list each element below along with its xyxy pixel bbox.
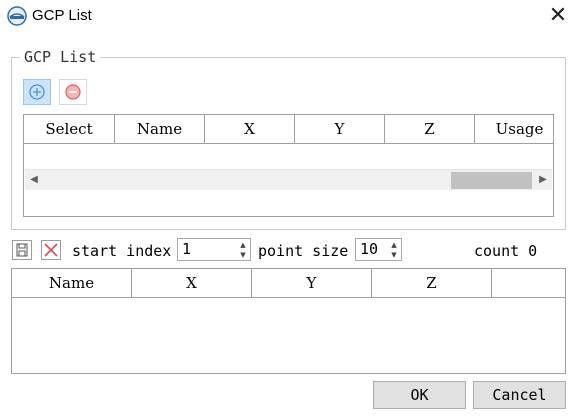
start-index-spinbox[interactable]: 1 ▲ ▼ [177, 238, 251, 261]
point-size-value[interactable]: 10 [360, 239, 378, 260]
column-header-name[interactable]: Name [12, 269, 132, 298]
add-icon [29, 84, 45, 100]
point-size-label: point size [258, 242, 349, 260]
spin-up-icon[interactable]: ▲ [237, 240, 249, 250]
spin-down-icon[interactable]: ▼ [237, 250, 249, 260]
points-table: Name X Y Z [11, 268, 566, 374]
save-icon [16, 243, 28, 257]
spin-up-icon[interactable]: ▲ [388, 240, 400, 250]
column-header-name[interactable]: Name [115, 115, 205, 143]
close-icon[interactable]: ✕ [545, 3, 571, 29]
cancel-button[interactable]: Cancel [473, 381, 566, 409]
start-index-value[interactable]: 1 [182, 239, 191, 260]
column-header-x[interactable]: X [132, 269, 252, 298]
scrollbar-thumb[interactable] [451, 172, 532, 189]
column-header-y[interactable]: Y [295, 115, 385, 143]
count-label: count 0 [474, 242, 538, 260]
column-header-select[interactable]: Select [24, 115, 115, 143]
spin-down-icon[interactable]: ▼ [388, 250, 400, 260]
delete-icon [44, 243, 58, 257]
column-header-y[interactable]: Y [252, 269, 372, 298]
scroll-left-icon[interactable]: ◀ [25, 170, 43, 190]
column-header-x[interactable]: X [205, 115, 295, 143]
start-index-label: start index [72, 242, 172, 260]
column-header-z[interactable]: Z [372, 269, 492, 298]
scroll-right-icon[interactable]: ▶ [534, 170, 552, 190]
column-header-usage[interactable]: Usage [475, 115, 553, 143]
gcp-table: Select Name X Y Z Usage ◀ ▶ [23, 114, 554, 217]
column-header-z[interactable]: Z [385, 115, 475, 143]
horizontal-scrollbar[interactable]: ◀ ▶ [25, 169, 552, 190]
remove-gcp-button[interactable] [59, 79, 87, 105]
window-title: GCP List [32, 7, 92, 24]
column-header-extra[interactable] [492, 269, 565, 298]
gcp-table-header: Select Name X Y Z Usage [24, 115, 553, 144]
ok-button[interactable]: OK [373, 381, 466, 409]
points-table-header: Name X Y Z [12, 269, 565, 298]
app-logo-icon [7, 6, 27, 26]
point-size-spinbox[interactable]: 10 ▲ ▼ [355, 238, 402, 261]
gcp-list-legend: GCP List [20, 48, 101, 66]
delete-button[interactable] [41, 240, 61, 260]
remove-icon [65, 84, 81, 100]
save-button[interactable] [12, 240, 32, 260]
add-gcp-button[interactable] [23, 79, 51, 105]
